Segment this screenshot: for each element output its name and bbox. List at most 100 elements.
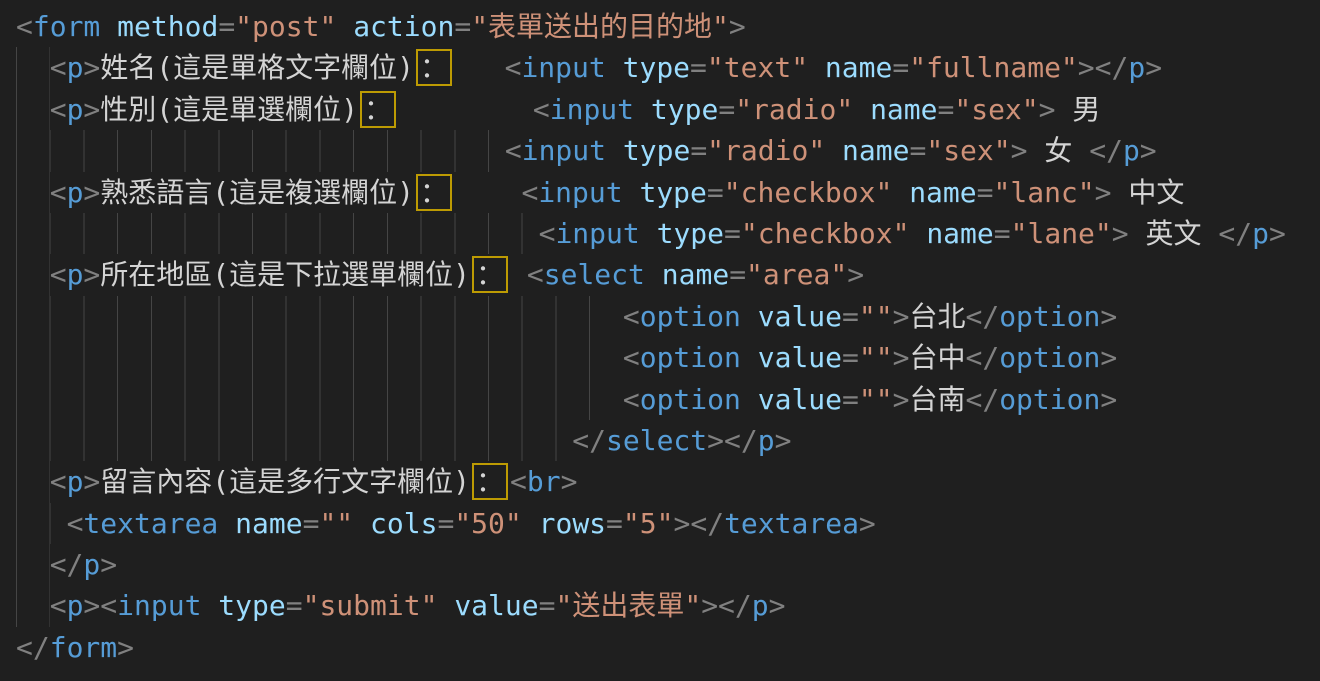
token-ws xyxy=(454,51,505,84)
code-line-11[interactable]: </select></p> xyxy=(16,420,1320,461)
token-tag: form xyxy=(50,631,117,664)
token-punct: > xyxy=(1039,93,1056,126)
token-attr: type xyxy=(623,51,690,84)
token-punct: < xyxy=(50,589,67,622)
token-str: "" xyxy=(319,507,353,540)
code-line-15[interactable]: <p><input type="submit" value="送出表單"></p… xyxy=(16,585,1320,626)
code-line-1[interactable]: <form method="post" action="表單送出的目的地"> xyxy=(16,6,1320,47)
token-ws xyxy=(640,217,657,250)
token-punct: = xyxy=(842,300,859,333)
token-punct: </ xyxy=(965,300,999,333)
token-attr: type xyxy=(639,176,706,209)
token-punct: > xyxy=(117,631,134,664)
token-attr: cols xyxy=(370,507,437,540)
unicode-highlight-box: ： xyxy=(472,463,508,500)
token-text: 英文 xyxy=(1129,217,1219,250)
token-punct: = xyxy=(690,134,707,167)
token-punct: < xyxy=(505,51,522,84)
token-punct: </ xyxy=(1218,217,1252,250)
token-ws xyxy=(522,507,539,540)
indent-guides xyxy=(16,379,623,420)
code-line-13[interactable]: <textarea name="" cols="50" rows="5"></t… xyxy=(16,503,1320,544)
indent-guides xyxy=(16,420,572,461)
token-punct: = xyxy=(892,51,909,84)
token-text: 性別(這是單選欄位) xyxy=(100,93,358,126)
token-text: 男 xyxy=(1056,93,1101,126)
token-attr: value xyxy=(758,383,842,416)
unicode-highlight-box: ： xyxy=(416,174,452,211)
token-punct: = xyxy=(454,10,471,43)
code-line-9[interactable]: <option value="">台中</option> xyxy=(16,337,1320,378)
token-text: 女 xyxy=(1028,134,1090,167)
token-ws xyxy=(606,51,623,84)
code-line-3[interactable]: <p>性別(這是單選欄位)： <input type="radio" name=… xyxy=(16,89,1320,130)
code-line-10[interactable]: <option value="">台南</option> xyxy=(16,379,1320,420)
token-punct: = xyxy=(606,507,623,540)
token-str: "5" xyxy=(623,507,674,540)
token-punct: > xyxy=(847,258,864,291)
token-str: "area" xyxy=(746,258,847,291)
token-tag: input xyxy=(550,93,634,126)
token-punct: = xyxy=(218,10,235,43)
token-str: "sex" xyxy=(954,93,1038,126)
token-ws xyxy=(454,176,521,209)
token-punct: > xyxy=(83,465,100,498)
code-line-14[interactable]: </p> xyxy=(16,544,1320,585)
token-ws xyxy=(741,383,758,416)
token-ws xyxy=(634,93,651,126)
token-punct: = xyxy=(842,383,859,416)
token-punct: = xyxy=(539,589,556,622)
token-tag: option xyxy=(999,300,1100,333)
token-punct: < xyxy=(67,507,84,540)
token-punct: ></ xyxy=(707,424,758,457)
code-line-8[interactable]: <option value="">台北</option> xyxy=(16,296,1320,337)
token-punct: > xyxy=(1011,134,1028,167)
token-tag: p xyxy=(67,176,84,209)
indent-guides xyxy=(16,544,50,585)
token-attr: name xyxy=(662,258,729,291)
code-line-16[interactable]: </form> xyxy=(16,627,1320,668)
token-str: "radio" xyxy=(735,93,853,126)
code-editor-area[interactable]: <form method="post" action="表單送出的目的地"><p… xyxy=(0,0,1320,681)
code-line-5[interactable]: <p>熟悉語言(這是複選欄位)： <input type="checkbox" … xyxy=(16,172,1320,213)
code-line-6[interactable]: <input type="checkbox" name="lane"> 英文 <… xyxy=(16,213,1320,254)
code-line-12[interactable]: <p>留言內容(這是多行文字欄位)：<br> xyxy=(16,461,1320,502)
indent-guides xyxy=(16,172,50,213)
token-attr: type xyxy=(657,217,724,250)
token-text: 台中 xyxy=(909,341,965,374)
token-punct: > xyxy=(893,383,910,416)
token-punct: </ xyxy=(965,341,999,374)
token-punct: < xyxy=(510,465,527,498)
token-punct: > xyxy=(1140,134,1157,167)
token-punct: > xyxy=(1095,176,1112,209)
token-punct: = xyxy=(286,589,303,622)
token-punct: > xyxy=(83,176,100,209)
token-ws xyxy=(741,341,758,374)
token-punct: </ xyxy=(572,424,606,457)
code-line-4[interactable]: <input type="radio" name="sex"> 女 </p> xyxy=(16,130,1320,171)
token-str: "text" xyxy=(707,51,808,84)
token-tag: option xyxy=(640,300,741,333)
token-ws xyxy=(437,589,454,622)
indent-guides xyxy=(16,213,539,254)
token-punct: < xyxy=(533,93,550,126)
token-ws xyxy=(100,10,117,43)
code-line-7[interactable]: <p>所在地區(這是下拉選單欄位)： <select name="area"> xyxy=(16,254,1320,295)
token-ws xyxy=(510,258,527,291)
token-tag: select xyxy=(606,424,707,457)
token-punct: < xyxy=(527,258,544,291)
token-tag: p xyxy=(67,258,84,291)
token-str: "lanc" xyxy=(994,176,1095,209)
token-tag: input xyxy=(522,134,606,167)
token-tag: input xyxy=(117,589,201,622)
code-line-2[interactable]: <p>姓名(這是單格文字欄位)： <input type="text" name… xyxy=(16,47,1320,88)
token-tag: p xyxy=(83,548,100,581)
token-punct: > xyxy=(1100,341,1117,374)
token-tag: p xyxy=(67,51,84,84)
token-attr: value xyxy=(758,341,842,374)
token-punct: </ xyxy=(16,631,50,664)
token-punct: ></ xyxy=(673,507,724,540)
token-text: 留言內容(這是多行文字欄位) xyxy=(100,465,470,498)
token-text: 姓名(這是單格文字欄位) xyxy=(100,51,414,84)
token-punct: = xyxy=(977,176,994,209)
